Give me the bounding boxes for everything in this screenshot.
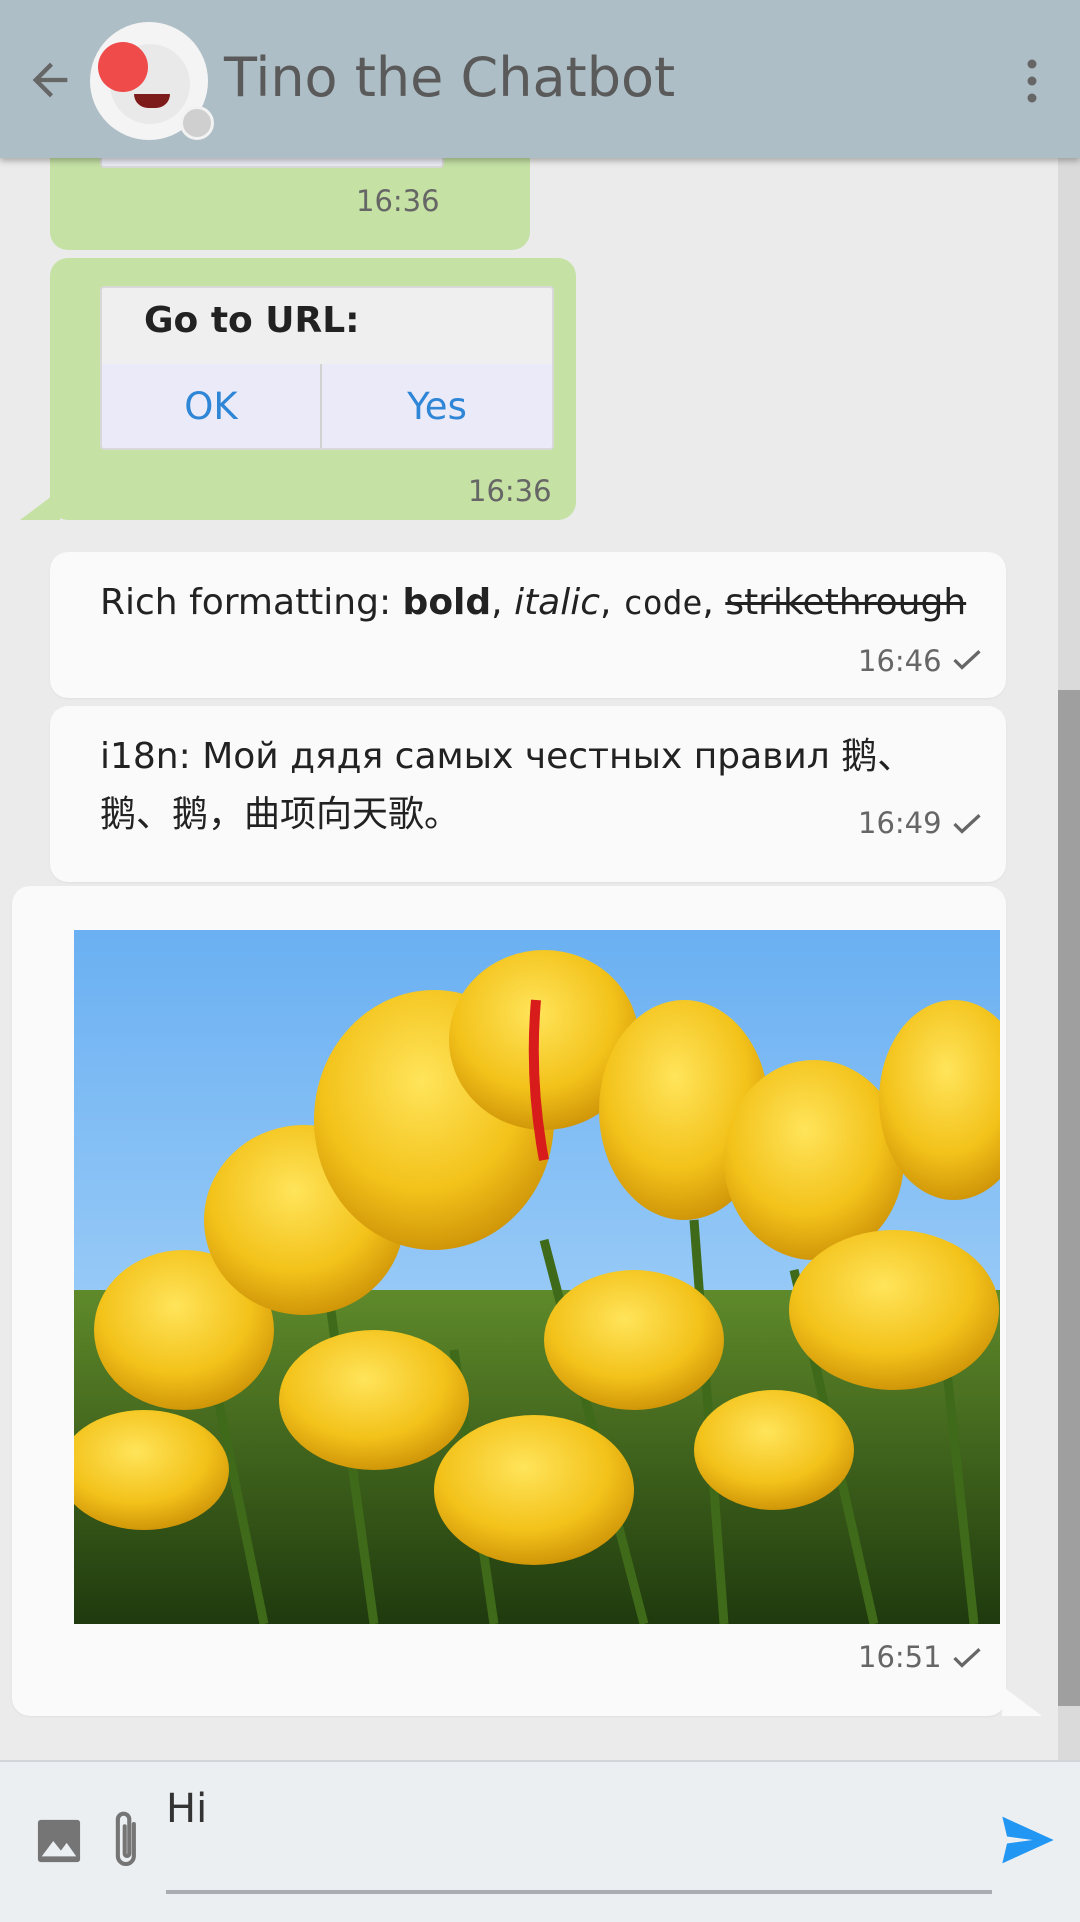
message-time: 16:49 (858, 806, 942, 840)
text-separator: , (491, 582, 515, 623)
yes-button[interactable]: Yes (322, 364, 552, 448)
message-time: 16:36 (468, 474, 552, 508)
paperclip-icon[interactable] (110, 1808, 144, 1872)
message-time: 16:36 (356, 184, 440, 218)
text-bold: bold (402, 582, 492, 623)
form-title: Go to URL: (144, 300, 360, 341)
check-icon (953, 814, 981, 834)
message-composer: Hi (0, 1760, 1080, 1922)
text-separator: , (702, 582, 726, 623)
yellow-tulips-image (74, 930, 1000, 1624)
bubble-tail (20, 490, 60, 520)
text-plain: Rich formatting: (100, 582, 403, 623)
input-underline (166, 1890, 992, 1894)
form-card-partial (100, 158, 444, 168)
clown-nose (98, 42, 148, 92)
text-code: code (622, 583, 703, 622)
ok-button[interactable]: OK (102, 364, 320, 448)
image-icon[interactable] (36, 1818, 82, 1864)
tulips-photo[interactable] (74, 930, 1000, 1624)
send-icon[interactable] (1000, 1814, 1056, 1866)
more-vertical-icon[interactable] (1022, 58, 1042, 104)
text-separator: , (600, 582, 623, 623)
online-status-dot (180, 106, 214, 140)
message-bubble-outgoing: Rich formatting: bold, italic, code, str… (50, 552, 1006, 698)
message-bubble-incoming: Go to URL: OK Yes 16:36 (20, 258, 576, 520)
message-list[interactable]: 16:36 Go to URL: OK Yes 16:36 Rich forma… (0, 158, 1080, 1760)
message-text: i18n: Мой дядя самых честных правил 鹅、鹅、… (100, 736, 914, 835)
text-strikethrough: strikethrough (725, 582, 967, 623)
message-bubble-outgoing-image: 16:51 (12, 886, 1042, 1716)
message-text: Rich formatting: bold, italic, code, str… (100, 574, 966, 632)
bubble-tail (1002, 1686, 1042, 1716)
check-icon (953, 650, 981, 670)
arrow-left-icon[interactable] (24, 54, 76, 106)
text-italic: italic (514, 582, 601, 623)
message-time: 16:46 (858, 644, 942, 678)
chat-title: Tino the Chatbot (224, 46, 676, 109)
scrollbar-thumb[interactable] (1058, 690, 1080, 1706)
message-time: 16:51 (858, 1640, 942, 1674)
app-bar: Tino the Chatbot (0, 0, 1080, 158)
url-form-card: Go to URL: OK Yes (100, 286, 554, 450)
message-bubble-outgoing: i18n: Мой дядя самых честных правил 鹅、鹅、… (50, 706, 1006, 882)
message-bubble-incoming: 16:36 (50, 158, 530, 250)
check-icon (953, 1648, 981, 1668)
message-input[interactable]: Hi (166, 1786, 992, 1856)
